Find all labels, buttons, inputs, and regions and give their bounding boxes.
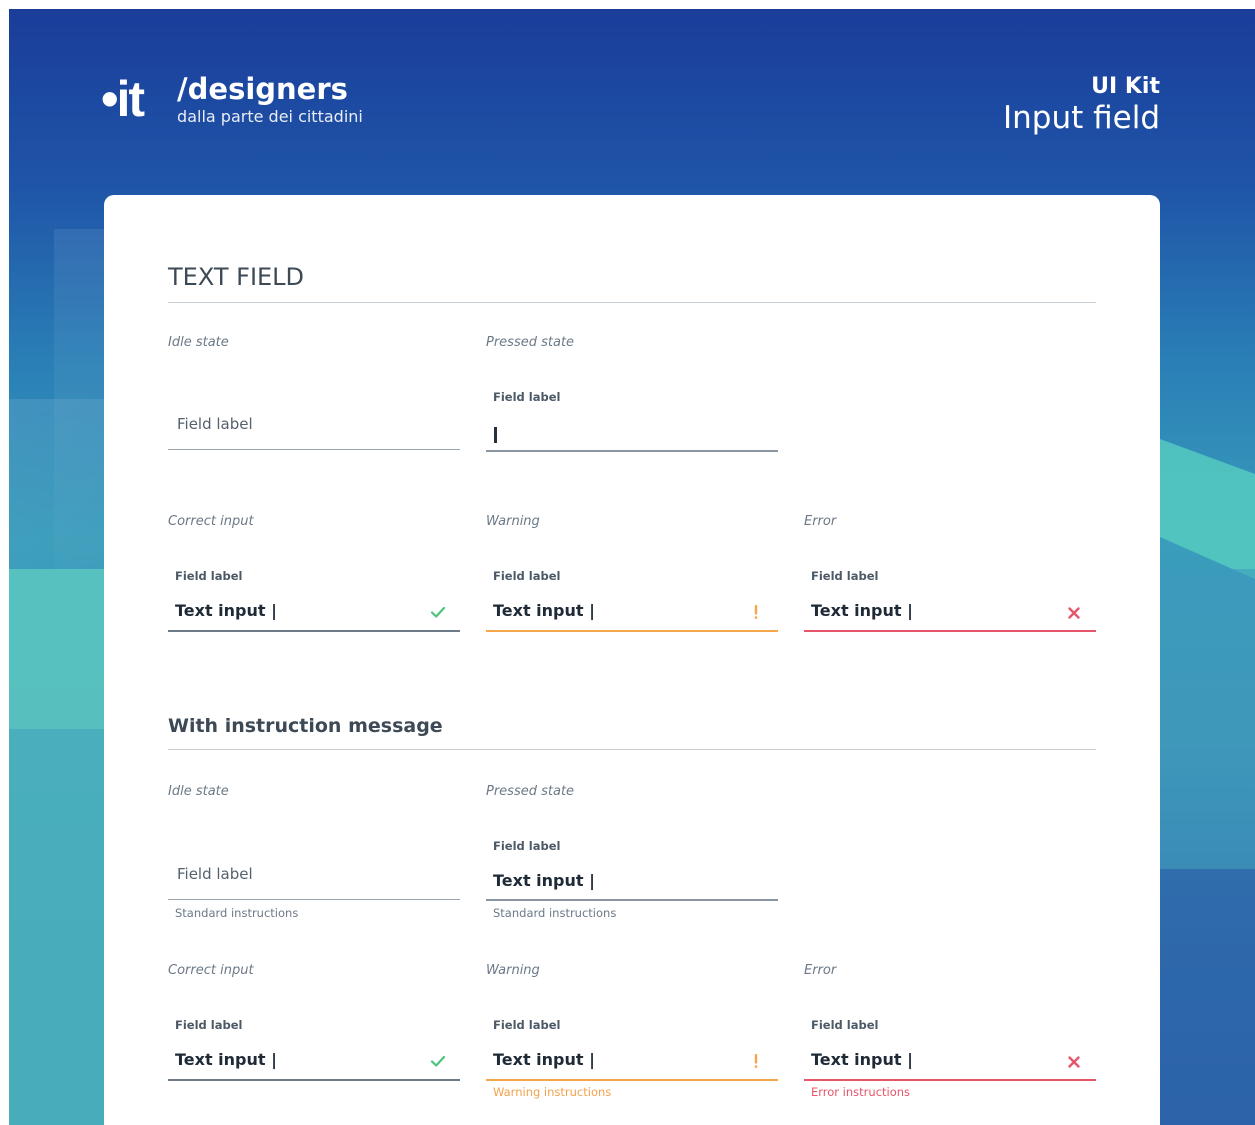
state-label-warning: Warning xyxy=(486,514,540,529)
field-value: Text input | xyxy=(175,601,277,620)
decoration-shape xyxy=(1160,569,1255,869)
close-icon xyxy=(1068,607,1080,619)
field-underline xyxy=(486,630,778,632)
decoration-shape xyxy=(1160,869,1255,1125)
field-instructions: Standard instructions xyxy=(175,906,299,920)
field-underline xyxy=(804,1079,1096,1081)
state-label-idle: Idle state xyxy=(168,335,229,350)
field-placeholder: Field label xyxy=(177,865,253,883)
state-label-pressed: Pressed state xyxy=(486,335,575,350)
field-label: Field label xyxy=(175,569,243,583)
text-cursor xyxy=(494,427,497,443)
field-underline xyxy=(486,899,778,901)
field-label: Field label xyxy=(493,569,561,583)
text-field-correct-instruction[interactable]: Field label Text input | xyxy=(168,1009,460,1085)
kit-title: Input field xyxy=(1002,100,1160,136)
text-field-warning[interactable]: Field label Text input | xyxy=(486,560,778,636)
field-instructions: Standard instructions xyxy=(493,906,617,920)
text-field-warning-instruction[interactable]: Field label Text input | Warning instruc… xyxy=(486,1009,778,1105)
field-label: Field label xyxy=(811,569,879,583)
field-value: Text input | xyxy=(175,1050,277,1069)
exclamation-icon xyxy=(754,1054,758,1068)
designers-logo: •it /designers dalla parte dei cittadini xyxy=(101,69,363,129)
field-label: Field label xyxy=(493,839,561,853)
field-value: Text input | xyxy=(493,601,595,620)
field-placeholder: Field label xyxy=(177,415,253,433)
check-icon xyxy=(430,1055,446,1067)
field-value: Text input | xyxy=(811,1050,913,1069)
state-label-error: Error xyxy=(804,514,837,529)
text-field-error[interactable]: Field label Text input | xyxy=(804,560,1096,636)
section-title-instruction: With instruction message xyxy=(168,712,1096,750)
decoration-shape xyxy=(54,229,104,569)
state-label-error: Error xyxy=(804,963,837,978)
field-label: Field label xyxy=(493,1018,561,1032)
text-field-correct[interactable]: Field label Text input | xyxy=(168,560,460,636)
exclamation-icon xyxy=(754,605,758,619)
decoration-shape xyxy=(1160,439,1255,579)
logo-subtitle: dalla parte dei cittadini xyxy=(177,107,363,126)
field-underline xyxy=(168,630,460,632)
field-label: Field label xyxy=(493,390,561,404)
state-label-idle: Idle state xyxy=(168,784,229,799)
field-underline xyxy=(168,899,460,900)
field-label: Field label xyxy=(811,1018,879,1032)
field-underline xyxy=(168,449,460,450)
field-label: Field label xyxy=(175,1018,243,1032)
field-underline xyxy=(168,1079,460,1081)
field-value: Text input | xyxy=(493,871,595,890)
close-icon xyxy=(1068,1056,1080,1068)
state-label-warning: Warning xyxy=(486,963,540,978)
check-icon xyxy=(430,606,446,618)
state-label-correct: Correct input xyxy=(168,514,254,529)
field-underline xyxy=(486,1079,778,1081)
logo-title: /designers xyxy=(177,72,348,106)
text-field-error-instruction[interactable]: Field label Text input | Error instructi… xyxy=(804,1009,1096,1105)
state-label-pressed: Pressed state xyxy=(486,784,575,799)
decoration-shape xyxy=(9,569,104,1125)
decoration-shape xyxy=(9,399,104,569)
field-instructions: Error instructions xyxy=(811,1085,911,1099)
kit-heading: UI Kit Input field xyxy=(1003,74,1160,136)
text-field-idle-instruction[interactable]: Field label Standard instructions xyxy=(168,849,460,925)
text-field-pressed-instruction[interactable]: Field label Text input | Standard instru… xyxy=(486,830,778,926)
field-underline xyxy=(804,630,1096,632)
text-field-idle[interactable]: Field label xyxy=(168,400,460,456)
decoration-shape xyxy=(9,729,104,1125)
field-instructions: Warning instructions xyxy=(493,1085,612,1099)
state-label-correct: Correct input xyxy=(168,963,254,978)
section-title-text-field: TEXT FIELD xyxy=(168,261,1096,303)
it-logo-mark: •it xyxy=(101,71,145,127)
field-value: Text input | xyxy=(811,601,913,620)
logo-texts: /designers dalla parte dei cittadini xyxy=(177,73,363,127)
content-card: TEXT FIELD Idle state Field label Presse… xyxy=(104,195,1160,1125)
kit-label: UI Kit xyxy=(1091,74,1160,99)
text-field-pressed[interactable]: Field label xyxy=(486,381,778,457)
field-value: Text input | xyxy=(493,1050,595,1069)
field-underline xyxy=(486,450,778,452)
page-background: •it /designers dalla parte dei cittadini… xyxy=(9,9,1255,1125)
